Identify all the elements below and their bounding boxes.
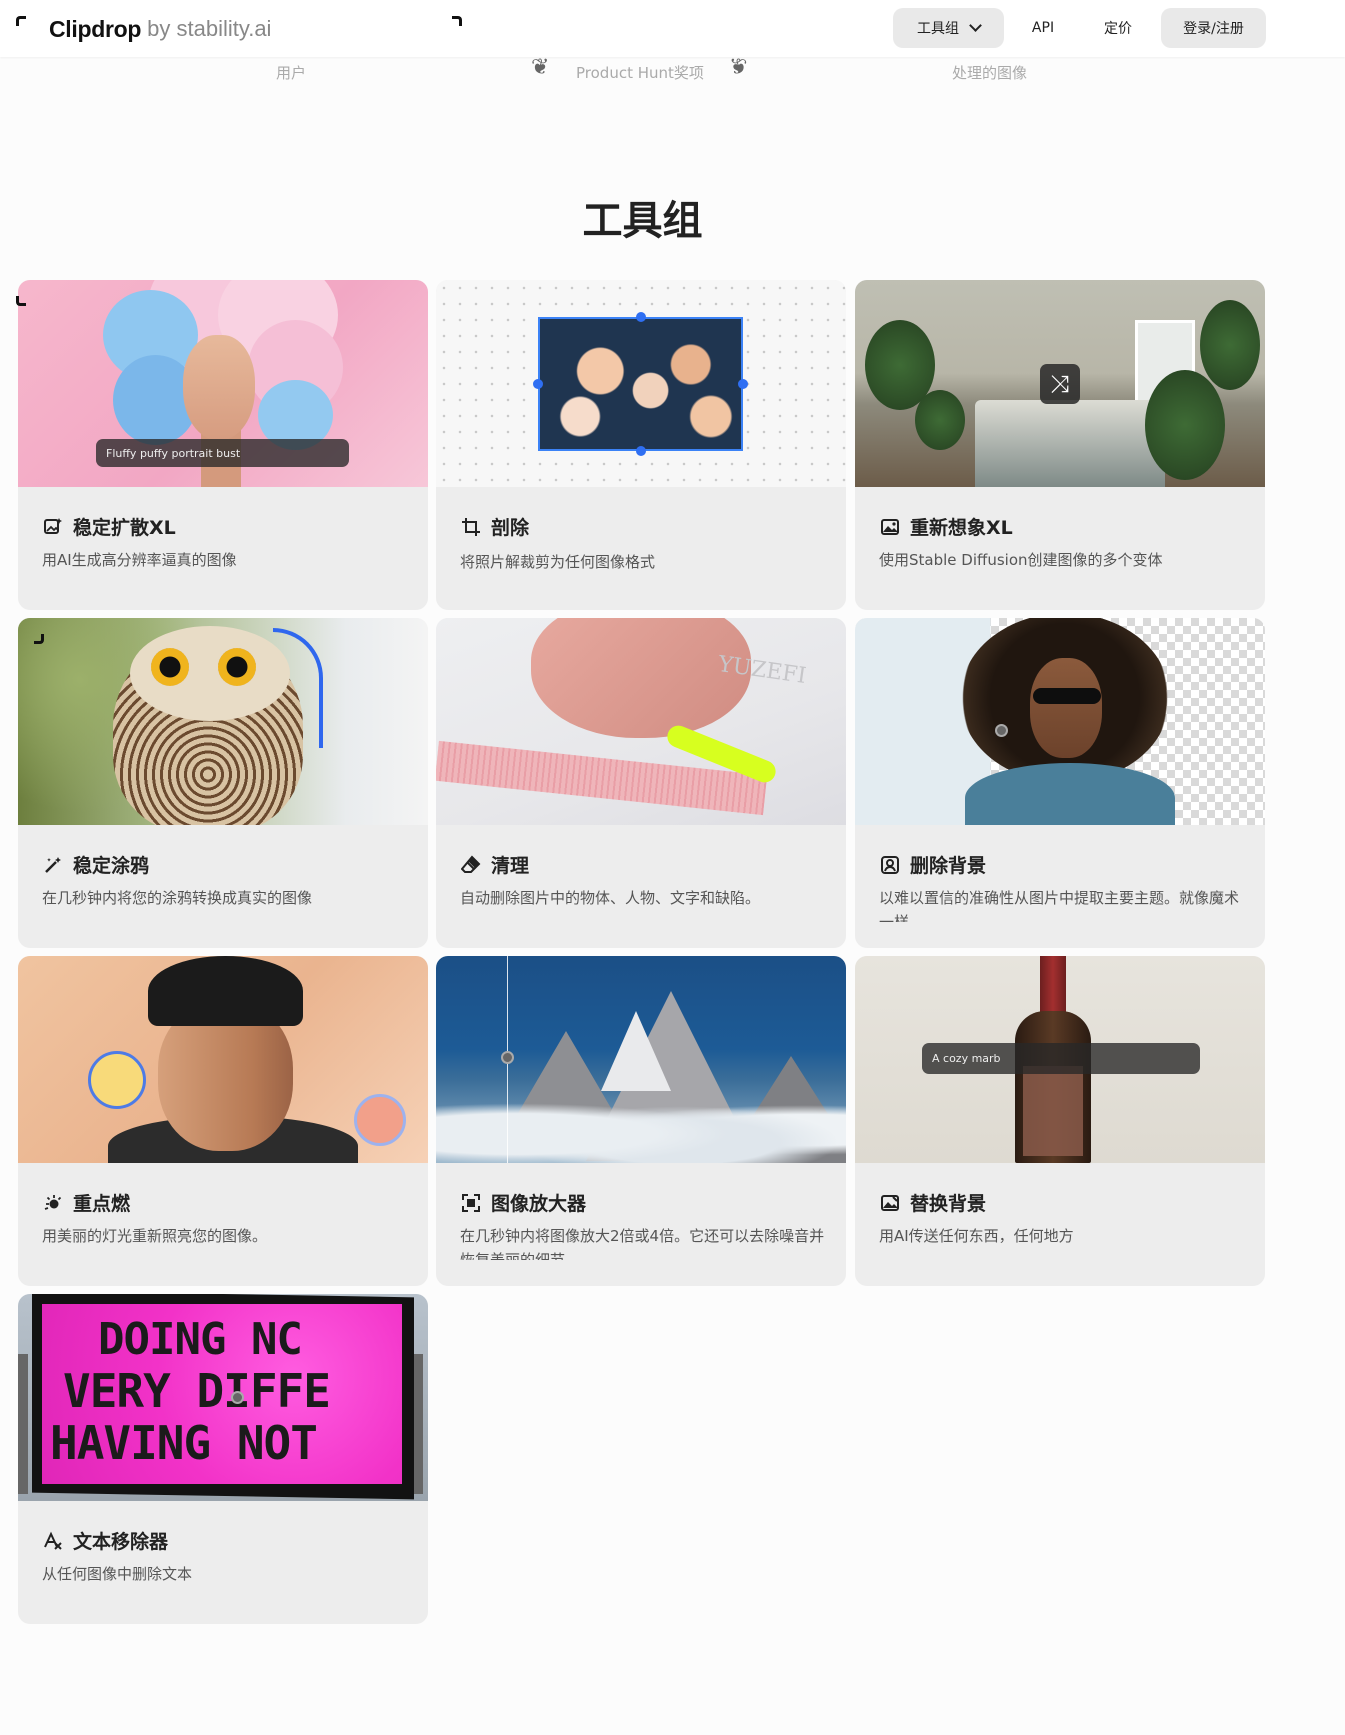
card-title: 删除背景 [879,851,986,878]
doodle-stroke [273,628,323,748]
card-image-uncrop [436,280,846,487]
crop-handle-bottom [636,446,646,456]
crop-icon [460,516,482,538]
card-image-relight [18,956,428,1163]
card-description: 从任何图像中删除文本 [42,1565,193,1583]
card-title: 清理 [460,851,529,878]
upscale-icon [460,1192,482,1214]
card-description: 将照片解裁剪为任何图像格式 [460,553,656,571]
tool-card-remove-background[interactable]: 删除背景 以难以置信的准确性从图片中提取主要主题。就像魔术一样 [855,618,1265,948]
compare-slider-handle[interactable] [231,1391,244,1404]
slider-handle [995,724,1008,737]
card-image-cleanup: YUZEFI [436,618,846,825]
nav-api-link[interactable]: API [1018,8,1068,48]
card-image-owl [18,618,428,825]
card-image-mountain [436,956,846,1163]
chevron-down-icon [969,19,982,32]
card-description: 在几秒钟内将您的涂鸦转换成真实的图像 [42,889,313,907]
nav-pricing-link[interactable]: 定价 [1093,8,1143,48]
top-header: Clipdrop by stability.ai 工具组 API 定价 登录/注… [0,0,1345,644]
image-sparkle-icon [42,516,64,538]
laurel-right-icon: ❦ [729,55,748,80]
relight-icon [42,1192,64,1214]
card-title: 替换背景 [879,1189,986,1216]
card-description: 自动删除图片中的物体、人物、文字和缺陷。 [460,889,761,907]
shuffle-icon: ⤨ [1040,364,1080,404]
card-description: 用AI生成高分辨率逼真的图像 [42,551,237,569]
card-title: 重新想象XL [879,513,1013,540]
tool-card-image-upscaler[interactable]: 图像放大器 在几秒钟内将图像放大2倍或4倍。它还可以去除噪音并恢复美丽的细节 [436,956,846,1286]
tool-card-relight[interactable]: 重点燃 用美丽的灯光重新照亮您的图像。 [18,956,428,1286]
login-signup-button[interactable]: 登录/注册 [1161,8,1266,48]
card-title: 重点燃 [42,1189,130,1216]
card-title: 稳定涂鸦 [42,851,149,878]
card-description: 使用Stable Diffusion创建图像的多个变体 [879,551,1163,569]
card-image-bedroom: ⤨ [855,280,1265,487]
card-image-wine-bottle: A cozy marb [855,956,1265,1163]
billboard-text-line: HAVING NOT [50,1416,318,1470]
light-source-red [354,1094,406,1146]
prompt-input-preview: Fluffy puffy portrait bust [96,439,349,467]
clipdrop-logo[interactable]: Clipdrop by stability.ai [16,14,462,644]
tool-card-text-remover[interactable]: DOING NC VERY DIFFE HAVING NOT 文本移除器 从任何… [18,1294,428,1624]
nav-tools-label: 工具组 [917,21,959,37]
replace-background-icon [879,1192,901,1214]
stat-product-hunt-label: Product Hunt奖项 [576,64,704,82]
magic-wand-icon [42,854,64,876]
billboard-text-line: DOING NC [98,1314,303,1365]
tool-card-replace-background[interactable]: A cozy marb 替换背景 用AI传送任何东西，任何地方 [855,956,1265,1286]
logo-byline: by stability.ai [147,16,272,41]
prompt-input-preview: A cozy marb [922,1043,1200,1074]
laurel-left-icon: ❦ [531,55,550,80]
section-title: 工具组 [582,198,703,244]
card-description: 用美丽的灯光重新照亮您的图像。 [42,1227,268,1245]
crop-handle-top [636,312,646,322]
card-image-portrait: Fluffy puffy portrait bust [18,280,428,487]
card-image-remove-background [855,618,1265,825]
remove-background-icon [879,854,901,876]
crop-handle-left [533,379,543,389]
compare-slider-handle[interactable] [501,1051,514,1064]
tool-card-stable-doodle[interactable]: 稳定涂鸦 在几秒钟内将您的涂鸦转换成真实的图像 [18,618,428,948]
card-title: 文本移除器 [42,1527,168,1554]
stat-users-label: 用户 [276,64,307,82]
card-description: 以难以置信的准确性从图片中提取主要主题。就像魔术一样 [879,889,1240,922]
billboard-text-line: VERY DIFFE [63,1364,331,1418]
nav-tools-dropdown[interactable]: 工具组 [893,8,1004,48]
tool-card-uncrop[interactable]: 剖除 将照片解裁剪为任何图像格式 [436,280,846,610]
logo-name: Clipdrop [49,15,142,42]
eraser-icon [460,854,482,876]
card-title: 稳定扩散XL [42,513,176,540]
stat-images-label: 处理的图像 [952,64,1028,82]
card-description: 在几秒钟内将图像放大2倍或4倍。它还可以去除噪音并恢复美丽的细节 [460,1227,825,1260]
tool-card-cleanup[interactable]: YUZEFI 清理 自动删除图片中的物体、人物、文字和缺陷。 [436,618,846,948]
card-image-billboard: DOING NC VERY DIFFE HAVING NOT [18,1294,428,1501]
tool-card-reimagine-xl[interactable]: ⤨ 重新想象XL 使用Stable Diffusion创建图像的多个变体 [855,280,1265,610]
light-source-yellow [88,1051,146,1109]
tool-card-stable-diffusion-xl[interactable]: Fluffy puffy portrait bust 稳定扩散XL 用AI生成高… [18,280,428,610]
crop-handle-right [738,379,748,389]
clipdrop-logo-mark-icon [16,16,462,644]
card-title: 剖除 [460,513,529,540]
card-title: 图像放大器 [460,1189,586,1216]
image-variant-icon [879,516,901,538]
crop-frame [538,317,743,451]
card-description: 用AI传送任何东西，任何地方 [879,1227,1074,1245]
text-remove-icon [42,1530,64,1552]
